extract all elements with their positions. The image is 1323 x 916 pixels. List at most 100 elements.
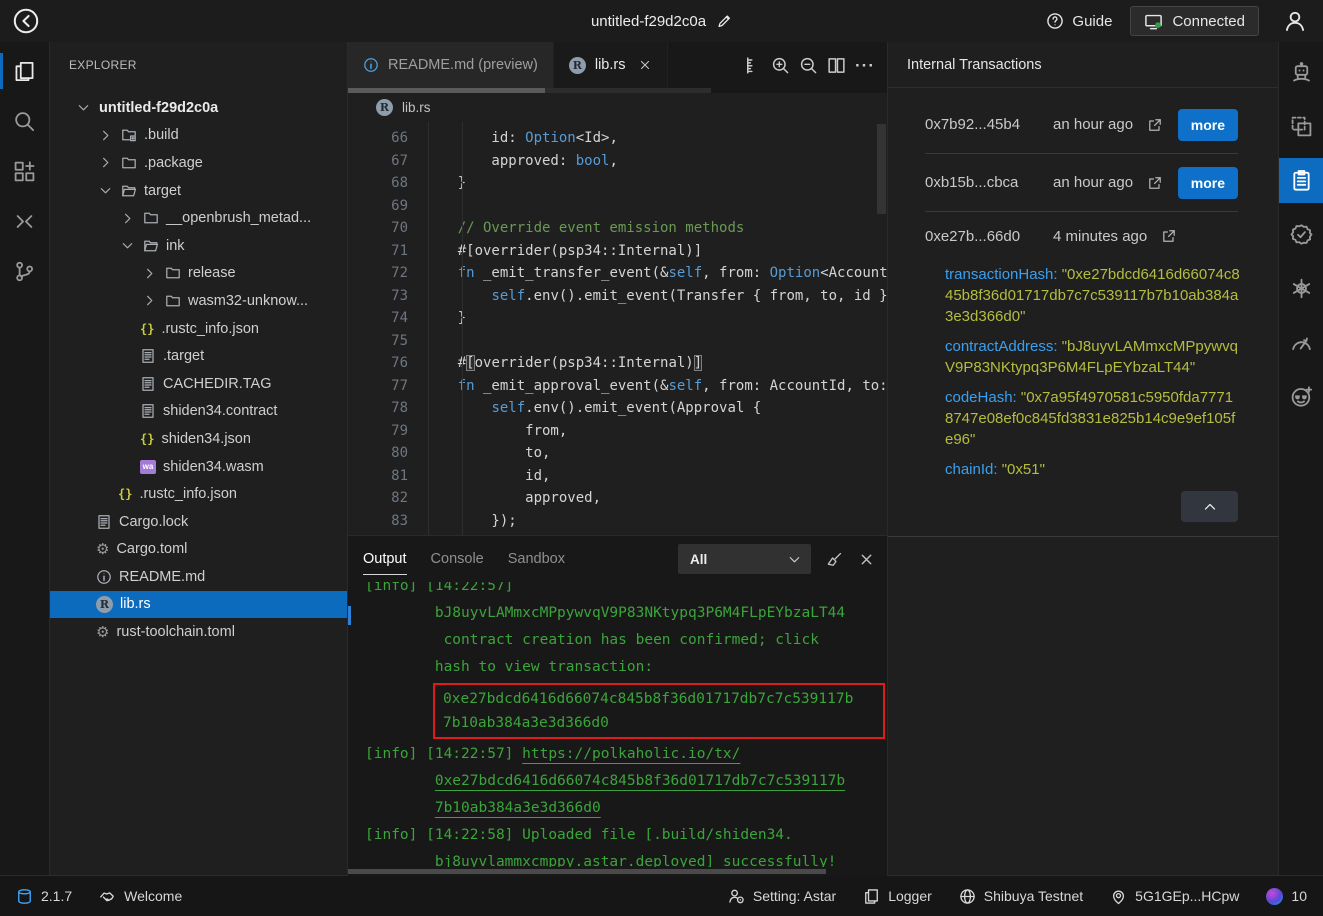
output-hscrollbar[interactable] — [348, 867, 887, 876]
log-filter-dropdown[interactable]: All — [678, 544, 811, 574]
tx-hash[interactable]: 0x7b92...45b4 — [925, 116, 1043, 133]
panel-tab-sandbox[interactable]: Sandbox — [508, 536, 565, 582]
tx-hash[interactable]: 0xe27b...66d0 — [925, 228, 1043, 245]
tree-item-rust-toolchain-toml[interactable]: ⚙rust-toolchain.toml — [50, 618, 347, 646]
activity-item-verified-badge[interactable] — [1279, 212, 1323, 257]
tab-scrollbar[interactable] — [348, 88, 887, 93]
main-area: EXPLORER untitled-f29d2c0a.build.package… — [0, 42, 1323, 875]
account-button[interactable] — [1277, 3, 1313, 39]
output-link[interactable]: https://polkaholic.io/tx/ — [522, 746, 740, 762]
activity-item-collapse[interactable] — [3, 200, 47, 242]
folder-icon — [121, 155, 137, 171]
activity-item-cool-face[interactable] — [1279, 374, 1323, 419]
activity-item-search[interactable] — [3, 100, 47, 142]
more-button[interactable]: more — [1178, 167, 1238, 199]
tx-hash[interactable]: 0xb15b...cbca — [925, 174, 1043, 191]
tree-item-cachedir-tag[interactable]: CACHEDIR.TAG — [50, 370, 347, 398]
clear-output-icon[interactable] — [826, 551, 843, 568]
close-tab-icon[interactable] — [638, 58, 652, 72]
external-icon[interactable] — [1147, 175, 1163, 191]
close-panel-icon[interactable] — [858, 551, 875, 568]
activity-item-openai[interactable] — [1279, 266, 1323, 311]
breadcrumb[interactable]: R lib.rs — [348, 93, 887, 122]
tree-item-package[interactable]: .package — [50, 149, 347, 177]
chev-down-icon[interactable] — [74, 100, 92, 115]
status-item-shibuya-testnet[interactable]: Shibuya Testnet — [959, 888, 1083, 905]
output-link[interactable]: 0xe27bdcd6416d66074c845b8f36d01717db7c7c… — [435, 773, 845, 789]
tree-item-release[interactable]: release — [50, 260, 347, 288]
tree-item-shiden34-contract[interactable]: shiden34.contract — [50, 398, 347, 426]
activity-item-gauge[interactable] — [1279, 320, 1323, 365]
connected-badge[interactable]: Connected — [1130, 6, 1259, 36]
output-hscroll-thumb[interactable] — [348, 869, 826, 874]
code-editor[interactable]: 66 id: Option<Id>,67 approved: bool,68 }… — [348, 122, 887, 535]
status-item-setting-astar[interactable]: Setting: Astar — [728, 888, 836, 905]
tree-item-cargo-lock[interactable]: Cargo.lock — [50, 508, 347, 536]
transactions-panel-title: Internal Transactions — [888, 42, 1278, 88]
folder-open-icon — [143, 238, 159, 254]
tree-item-shiden34-json[interactable]: {}shiden34.json — [50, 425, 347, 453]
tree-item-cargo-toml[interactable]: ⚙Cargo.toml — [50, 536, 347, 564]
tree-item-target[interactable]: .target — [50, 342, 347, 370]
status-item-logger[interactable]: Logger — [863, 888, 932, 905]
chev-right-icon[interactable] — [96, 155, 114, 170]
activity-item-object-group[interactable] — [1279, 104, 1323, 149]
tab-lib-rs[interactable]: Rlib.rs — [554, 42, 669, 88]
tree-item-ink[interactable]: ink — [50, 232, 347, 260]
activity-item-transactions[interactable] — [1279, 158, 1323, 203]
file-icon — [140, 403, 156, 419]
folder-icon — [165, 265, 181, 281]
editor-scrollbar-thumb[interactable] — [877, 124, 886, 214]
status-bar: 2.1.7 Welcome Setting: Astar Logger Shibuya… — [0, 875, 1323, 916]
tab-scroll-thumb2[interactable] — [545, 88, 711, 93]
tree-item-rustc-info-json[interactable]: {}.rustc_info.json — [50, 315, 347, 343]
back-button[interactable] — [8, 3, 44, 39]
panel-tab-output[interactable]: Output — [363, 536, 407, 582]
tree-item-openbrush-metad[interactable]: __openbrush_metad... — [50, 204, 347, 232]
tab-scroll-thumb[interactable] — [348, 88, 545, 93]
tree-item-shiden34-wasm[interactable]: washiden34.wasm — [50, 453, 347, 481]
status-item-2-1-7[interactable]: 2.1.7 — [16, 888, 72, 905]
zoom-in-icon[interactable] — [771, 56, 790, 75]
ellipsis-icon[interactable]: ··· — [855, 57, 875, 74]
chev-down-icon[interactable] — [96, 183, 114, 198]
tree-item-lib-rs[interactable]: Rlib.rs — [50, 591, 347, 619]
activity-item-robot[interactable] — [1279, 50, 1323, 95]
handshake-icon — [99, 888, 116, 905]
activity-item-extensions[interactable] — [3, 150, 47, 192]
external-icon[interactable] — [1147, 117, 1163, 133]
status-item-welcome[interactable]: Welcome — [99, 888, 182, 905]
chev-down-icon[interactable] — [118, 238, 136, 253]
tab-readme-md-preview[interactable]: README.md (preview) — [348, 42, 554, 88]
tree-item-untitled-f29d2c0a[interactable]: untitled-f29d2c0a — [50, 94, 347, 122]
output-link[interactable]: 7b10ab384a3e3d366d0 — [435, 800, 601, 816]
status-item-5g1gep-hcpw[interactable]: 5G1GEp...HCpw — [1110, 888, 1239, 905]
title-bar: untitled-f29d2c0a Guide Connected — [0, 0, 1323, 42]
zoom-out-icon[interactable] — [799, 56, 818, 75]
activity-item-source-control[interactable] — [3, 250, 47, 292]
tree-item-target[interactable]: target — [50, 177, 347, 205]
split-icon[interactable] — [827, 56, 846, 75]
collapse-details-button[interactable] — [1181, 491, 1238, 522]
chev-right-icon[interactable] — [140, 266, 158, 281]
tree-item-rustc-info-json[interactable]: {}.rustc_info.json — [50, 480, 347, 508]
highlighted-tx-hash[interactable]: 0xe27bdcd6416d66074c845b8f36d01717db7c7c… — [433, 683, 885, 739]
panel-tab-console[interactable]: Console — [431, 536, 484, 582]
file-icon — [140, 348, 156, 364]
tree-item-readme-md[interactable]: README.md — [50, 563, 347, 591]
tree-item-wasm32-unknow[interactable]: wasm32-unknow... — [50, 287, 347, 315]
transaction-details: transactionHash: "0xe27bdcd6416d66074c84… — [888, 260, 1278, 489]
chev-right-icon[interactable] — [140, 293, 158, 308]
chev-right-icon[interactable] — [96, 128, 114, 143]
ruler-icon[interactable] — [743, 56, 762, 75]
edit-pencil-icon[interactable] — [716, 13, 732, 29]
activity-item-explorer[interactable] — [3, 50, 47, 92]
status-item-10[interactable]: 10 — [1266, 888, 1307, 905]
tree-item-build[interactable]: .build — [50, 122, 347, 150]
more-button[interactable]: more — [1178, 109, 1238, 141]
chev-right-icon[interactable] — [118, 211, 136, 226]
explorer-sidebar: EXPLORER untitled-f29d2c0a.build.package… — [50, 42, 348, 875]
guide-button[interactable]: Guide — [1046, 12, 1112, 30]
output-log[interactable]: [info] [14:22:57] bJ8uyvLAMmxcMPpywvqV9P… — [348, 582, 887, 867]
external-icon[interactable] — [1161, 228, 1177, 244]
